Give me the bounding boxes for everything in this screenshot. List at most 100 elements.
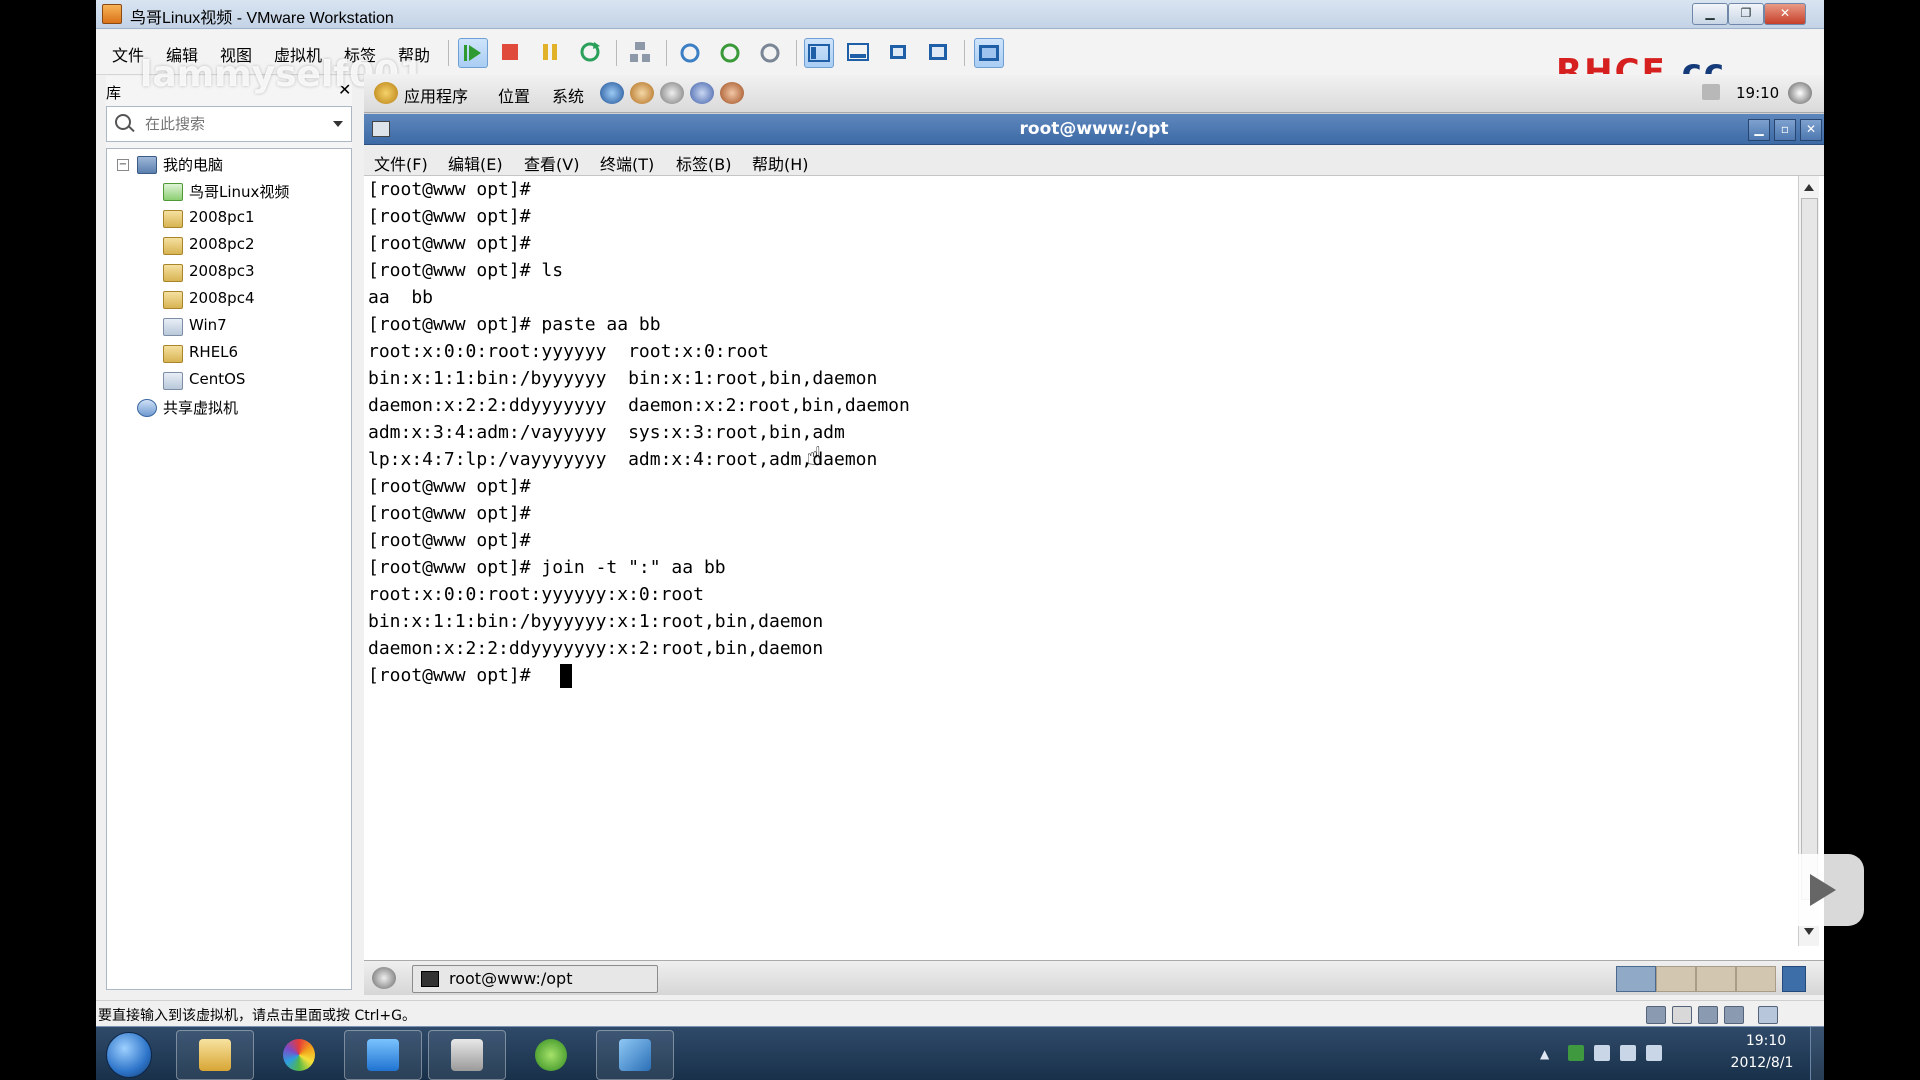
snapshot-take-icon[interactable] xyxy=(676,38,704,66)
suspend-icon[interactable] xyxy=(536,38,564,66)
maximize-button[interactable]: ❐ xyxy=(1728,3,1764,25)
show-desktop-button[interactable] xyxy=(1810,1027,1824,1080)
library-pane: 库 ✕ − 我的电脑 鸟哥Linux视频 2008pc1 2008pc2 xyxy=(106,76,352,990)
taskbar-qq[interactable] xyxy=(344,1030,422,1080)
show-hidden-icons-icon[interactable]: ▲ xyxy=(1540,1047,1549,1061)
scroll-down-icon[interactable] xyxy=(1804,928,1814,935)
gnome-top-panel: 应用程序 位置 系统 19:10 xyxy=(364,74,1824,113)
computer-icon xyxy=(137,156,157,174)
library-search-box[interactable] xyxy=(106,106,352,142)
cd-rom-icon[interactable] xyxy=(1672,1006,1692,1024)
volume-icon[interactable] xyxy=(1788,82,1812,104)
tray-device-icon[interactable] xyxy=(1594,1045,1610,1061)
taskbar-explorer[interactable] xyxy=(176,1030,254,1080)
snapshot-manager-icon[interactable] xyxy=(756,38,784,66)
vmware-screen: 鸟哥Linux视频 - VMware Workstation ▁ ❐ ✕ 文件 … xyxy=(96,0,1824,1080)
terminal-menu-tabs[interactable]: 标签(B) xyxy=(676,151,731,175)
menu-edit[interactable]: 编辑 xyxy=(166,42,198,66)
taskbar-app[interactable] xyxy=(428,1030,506,1080)
trash-icon[interactable] xyxy=(1782,966,1806,992)
workspace-1[interactable] xyxy=(1616,966,1656,992)
taskbar-picasa[interactable] xyxy=(260,1030,338,1080)
guest-display[interactable]: 应用程序 位置 系统 19:10 root@www:/opt ▁ ▫ ✕ 文件(… xyxy=(364,74,1824,995)
show-library-icon[interactable] xyxy=(804,38,834,68)
snapshot-revert-icon[interactable] xyxy=(716,38,744,66)
power-on-icon[interactable] xyxy=(458,38,488,68)
taskbar-parrot[interactable] xyxy=(512,1030,590,1080)
collapse-icon[interactable]: − xyxy=(117,159,129,171)
video-play-icon[interactable] xyxy=(1778,854,1864,926)
menu-view[interactable]: 视图 xyxy=(220,42,252,66)
editor-icon[interactable] xyxy=(660,82,684,104)
taskbar-time[interactable]: 19:10 xyxy=(1726,1033,1806,1049)
hard-disk-icon[interactable] xyxy=(1646,1006,1666,1024)
terminal-menu-terminal[interactable]: 终端(T) xyxy=(600,151,654,175)
scroll-up-icon[interactable] xyxy=(1804,184,1814,191)
thumbnail-bar-icon[interactable] xyxy=(844,38,872,66)
notes-icon[interactable] xyxy=(690,82,714,104)
vmware-status-bar: 要直接输入到该虚拟机，请点击里面或按 Ctrl+G。 xyxy=(96,1000,1824,1027)
terminal-line: adm:x:3:4:adm:/vayyyyy sys:x:3:root,bin,… xyxy=(368,422,845,443)
reset-icon[interactable] xyxy=(576,38,604,66)
close-button[interactable]: ✕ xyxy=(1764,3,1806,25)
menu-help[interactable]: 帮助 xyxy=(398,42,430,66)
terminal-line: [root@www opt]# xyxy=(368,476,531,497)
workspace-2[interactable] xyxy=(1656,966,1696,992)
tree-item-label: 2008pc4 xyxy=(189,289,255,307)
terminal-menu-edit[interactable]: 编辑(E) xyxy=(448,151,503,175)
terminal-line: [root@www opt]# ls xyxy=(368,260,564,281)
start-button-icon[interactable] xyxy=(106,1032,152,1078)
terminal-menu-help[interactable]: 帮助(H) xyxy=(752,151,809,175)
printer-icon[interactable] xyxy=(1724,1006,1744,1024)
unity-icon[interactable] xyxy=(924,38,952,66)
update-icon[interactable] xyxy=(720,82,744,104)
vm-icon xyxy=(163,318,183,336)
task-terminal-label: root@www:/opt xyxy=(449,969,573,988)
terminal-icon xyxy=(421,971,439,987)
mail-icon[interactable] xyxy=(630,82,654,104)
terminal-close-button[interactable]: ✕ xyxy=(1800,119,1822,141)
terminal-line: [root@www opt]# xyxy=(368,233,531,254)
menu-system[interactable]: 系统 xyxy=(552,83,584,107)
minimize-button[interactable]: ▁ xyxy=(1692,3,1728,25)
library-close-icon[interactable]: ✕ xyxy=(338,80,351,99)
tray-security-icon[interactable] xyxy=(1568,1045,1584,1061)
terminal-scrollbar[interactable] xyxy=(1798,176,1819,946)
terminal-menu-view[interactable]: 查看(V) xyxy=(524,151,579,175)
workspace-3[interactable] xyxy=(1696,966,1736,992)
power-off-icon[interactable] xyxy=(496,38,524,66)
guest-clock[interactable]: 19:10 xyxy=(1736,84,1779,102)
terminal-minimize-button[interactable]: ▁ xyxy=(1748,119,1770,141)
workspace-4[interactable] xyxy=(1736,966,1776,992)
menu-file[interactable]: 文件 xyxy=(112,42,144,66)
terminal-line: aa bb xyxy=(368,287,434,308)
messenger-icon xyxy=(367,1039,399,1071)
menu-vm[interactable]: 虚拟机 xyxy=(274,42,322,66)
hand-cursor-icon: ☝ xyxy=(806,442,822,472)
terminal-output[interactable]: [root@www opt]# [root@www opt]# [root@ww… xyxy=(364,176,1798,946)
menu-applications[interactable]: 应用程序 xyxy=(404,83,468,107)
tray-volume-icon[interactable] xyxy=(1646,1045,1662,1061)
network-status-icon[interactable] xyxy=(1702,84,1720,100)
task-terminal-button[interactable]: root@www:/opt xyxy=(412,965,658,993)
terminal-maximize-button[interactable]: ▫ xyxy=(1774,119,1796,141)
pinwheel-icon xyxy=(283,1039,315,1071)
message-log-icon[interactable] xyxy=(1758,1006,1778,1024)
taskbar-date[interactable]: 2012/8/1 xyxy=(1714,1055,1810,1071)
taskbar-vmware[interactable] xyxy=(596,1030,674,1080)
network-icon[interactable] xyxy=(626,38,654,66)
gnome-foot-icon xyxy=(374,82,398,104)
library-search-input[interactable] xyxy=(143,113,327,135)
menu-places[interactable]: 位置 xyxy=(498,83,530,107)
browser-icon[interactable] xyxy=(600,82,624,104)
network-adapter-icon[interactable] xyxy=(1698,1006,1718,1024)
tray-network-icon[interactable] xyxy=(1620,1045,1636,1061)
console-view-icon[interactable] xyxy=(974,38,1004,68)
full-screen-icon[interactable] xyxy=(884,38,912,66)
terminal-menu-file[interactable]: 文件(F) xyxy=(374,151,428,175)
chevron-down-icon[interactable] xyxy=(333,121,343,127)
scrollbar-thumb[interactable] xyxy=(1801,198,1818,900)
show-desktop-icon[interactable] xyxy=(372,967,396,989)
tree-item-label: 共享虚拟机 xyxy=(163,399,239,417)
menu-tabs[interactable]: 标签 xyxy=(344,42,376,66)
